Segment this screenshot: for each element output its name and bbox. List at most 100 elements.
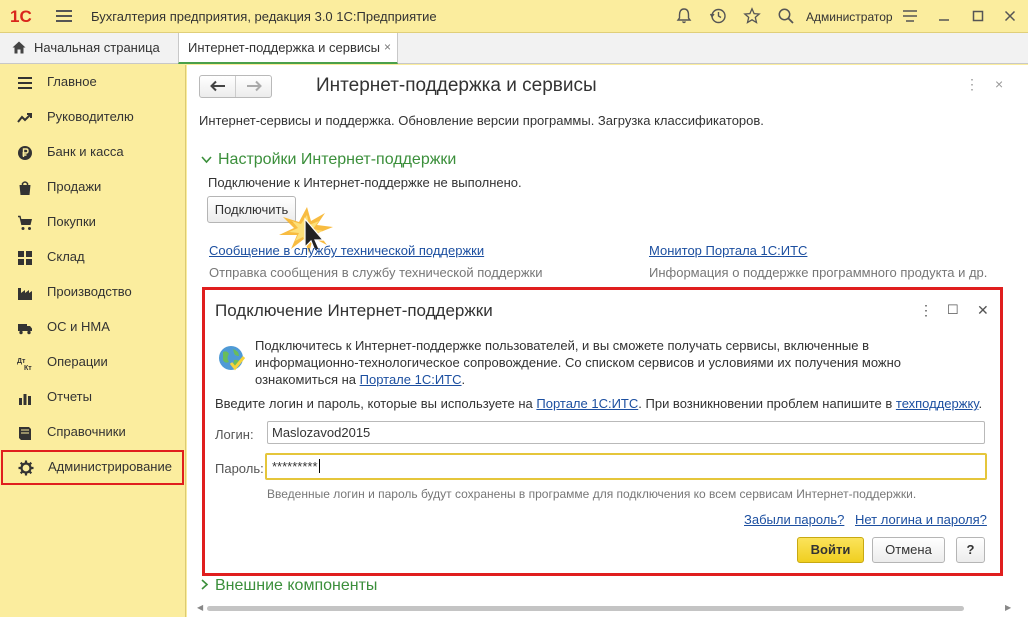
page-description: Интернет-сервисы и поддержка. Обновление… — [199, 113, 764, 128]
sidebar-item-label: Справочники — [47, 424, 126, 439]
info-line: информационно-технологическое сопровожде… — [255, 355, 902, 370]
section-support-settings[interactable]: Настройки Интернет-поддержки — [201, 151, 456, 169]
dialog-info-text: Подключитесь к Интернет-поддержке пользо… — [255, 337, 945, 388]
sidebar-item-bank[interactable]: Банк и касса — [0, 135, 186, 170]
tab-internet-support[interactable]: Интернет-поддержка и сервисы × — [178, 33, 398, 64]
sidebar-item-label: Отчеты — [47, 389, 92, 404]
support-message-hint: Отправка сообщения в службу технической … — [209, 265, 543, 280]
tab-home-label: Начальная страница — [34, 40, 160, 55]
scrollbar-thumb[interactable] — [207, 606, 964, 611]
tech-support-link[interactable]: техподдержку — [896, 396, 979, 411]
sidebar-item-reports[interactable]: Отчеты — [0, 380, 186, 415]
sidebar-item-catalogs[interactable]: Справочники — [0, 415, 186, 450]
title-bar: 1С Бухгалтерия предприятия, редакция 3.0… — [0, 0, 1028, 33]
login-value: Maslozavod2015 — [272, 425, 371, 440]
password-value: ********* — [272, 459, 318, 474]
sidebar-item-label: Покупки — [47, 214, 96, 229]
instruction-punct: . — [978, 396, 983, 411]
dialog-maximize-icon[interactable]: ☐ — [947, 302, 959, 318]
sidebar-item-purchases[interactable]: Покупки — [0, 205, 186, 240]
sidebar-item-administration[interactable]: Администрирование — [1, 450, 184, 485]
sidebar-item-assets[interactable]: ОС и НМА — [0, 310, 186, 345]
forgot-password-link[interactable]: Забыли пароль? — [744, 512, 844, 527]
instruction-text: . При возникновении проблем напишите в — [638, 396, 896, 411]
sidebar-item-operations[interactable]: Дт Кт Операции — [0, 345, 186, 380]
password-input[interactable]: ********* — [265, 453, 987, 480]
sidebar-item-manager[interactable]: Руководителю — [0, 100, 186, 135]
connection-status: Подключение к Интернет-поддержке не выпо… — [208, 175, 522, 190]
sidebar: Главное Руководителю Банк и касса Продаж… — [0, 65, 186, 617]
close-icon[interactable] — [1000, 7, 1020, 27]
dialog-title: Подключение Интернет-поддержки — [215, 301, 493, 320]
bag-icon — [19, 181, 31, 195]
history-icon[interactable] — [708, 7, 728, 27]
portal-its-link[interactable]: Портале 1С:ИТС — [360, 372, 462, 387]
section-title: Настройки Интернет-поддержки — [218, 151, 457, 168]
warehouse-icon — [18, 251, 32, 265]
truck-icon — [18, 324, 32, 335]
support-connection-dialog: Подключение Интернет-поддержки ⋮ ☐ ✕ Под… — [202, 287, 1003, 576]
horizontal-scrollbar[interactable]: ◀ ▶ — [197, 603, 1017, 612]
forward-button[interactable] — [236, 76, 272, 97]
back-button[interactable] — [200, 76, 236, 97]
sidebar-item-label: Операции — [47, 354, 108, 369]
info-line: ознакомиться на — [255, 372, 360, 387]
sidebar-item-label: Производство — [47, 284, 132, 299]
portal-monitor-link[interactable]: Монитор Портала 1С:ИТС — [649, 243, 807, 258]
menu-icon[interactable] — [56, 8, 72, 24]
dialog-close-icon[interactable]: ✕ — [977, 302, 989, 319]
login-input[interactable]: Maslozavod2015 — [267, 421, 985, 444]
scroll-right-icon[interactable]: ▶ — [1005, 603, 1011, 612]
section-external-components[interactable]: Внешние компоненты — [201, 577, 377, 595]
sidebar-item-production[interactable]: Производство — [0, 275, 186, 310]
login-button[interactable]: Войти — [797, 537, 864, 563]
minimize-icon[interactable] — [934, 7, 954, 27]
star-icon[interactable] — [742, 7, 762, 27]
info-punct: . — [461, 372, 466, 387]
sidebar-item-label: Продажи — [47, 179, 102, 194]
sidebar-item-label: ОС и НМА — [47, 319, 110, 334]
portal-its-link-2[interactable]: Портале 1С:ИТС — [536, 396, 638, 411]
window-title: Бухгалтерия предприятия, редакция 3.0 1С… — [91, 9, 437, 24]
help-button[interactable]: ? — [956, 537, 985, 563]
sidebar-item-sales[interactable]: Продажи — [0, 170, 186, 205]
svg-text:Дт: Дт — [17, 358, 26, 365]
portal-monitor-hint: Информация о поддержке программного прод… — [649, 265, 988, 280]
credentials-note: Введенные логин и пароль будут сохранены… — [267, 487, 917, 501]
sidebar-item-label: Банк и касса — [47, 144, 124, 159]
support-message-link[interactable]: Сообщение в службу технической поддержки — [209, 243, 484, 258]
globe-check-icon — [219, 346, 246, 371]
cart-icon — [18, 215, 32, 230]
more-icon[interactable]: ⋮ — [965, 76, 979, 93]
settings-icon[interactable] — [900, 7, 920, 27]
tab-internet-support-label: Интернет-поддержка и сервисы — [188, 40, 381, 55]
instruction-text: Введите логин и пароль, которые вы испол… — [215, 396, 537, 411]
svg-text:Кт: Кт — [24, 365, 32, 371]
bell-icon[interactable] — [674, 7, 694, 27]
sidebar-item-warehouse[interactable]: Склад — [0, 240, 186, 275]
factory-icon — [18, 288, 32, 300]
form-close-icon[interactable]: × — [995, 76, 1003, 92]
sidebar-item-main[interactable]: Главное — [0, 65, 186, 100]
app-logo: 1С — [10, 7, 32, 26]
user-name[interactable]: Администратор — [806, 10, 893, 24]
password-label: Пароль: — [215, 461, 264, 476]
scroll-left-icon[interactable]: ◀ — [197, 603, 203, 612]
no-login-link[interactable]: Нет логина и пароля? — [855, 512, 987, 527]
navigation-buttons — [199, 75, 272, 98]
maximize-icon[interactable] — [968, 7, 988, 27]
login-label: Логин: — [215, 427, 254, 442]
info-line: Подключитесь к Интернет-поддержке пользо… — [255, 338, 870, 353]
cancel-button[interactable]: Отмена — [872, 537, 945, 563]
chevron-down-icon — [201, 152, 212, 167]
tab-close-icon[interactable]: × — [384, 40, 391, 54]
menu-icon — [18, 77, 32, 89]
search-icon[interactable] — [776, 7, 796, 27]
sidebar-item-label: Склад — [47, 249, 85, 264]
debit-credit-icon: ДтКт — [17, 358, 32, 371]
dialog-more-icon[interactable]: ⋮ — [919, 302, 933, 319]
ruble-icon — [18, 146, 32, 160]
book-icon — [19, 427, 31, 440]
tab-home[interactable]: Начальная страница — [0, 33, 172, 63]
page-title: Интернет-поддержка и сервисы — [316, 75, 597, 96]
